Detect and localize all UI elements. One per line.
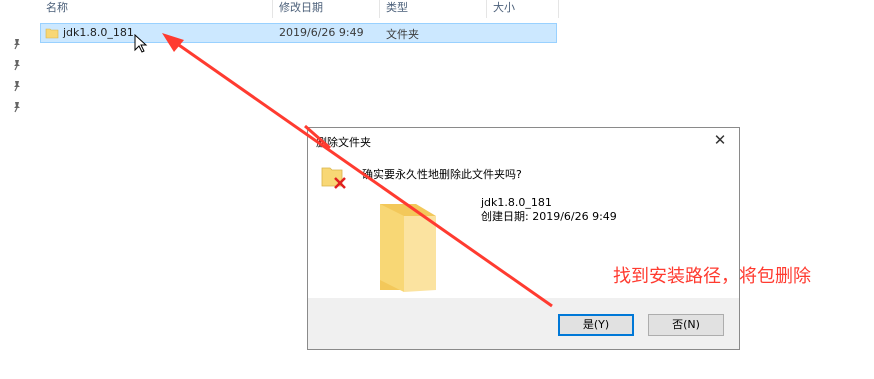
dialog-footer: 是(Y) 否(N) [308,298,739,349]
file-modified-date: 2019/6/26 9:49 [279,26,364,39]
column-divider[interactable] [558,0,559,18]
file-type: 文件夹 [386,28,419,41]
yes-button[interactable]: 是(Y) [558,314,634,336]
file-name: jdk1.8.0_181 [63,26,134,39]
pin-icon[interactable] [10,79,24,93]
pin-icon[interactable] [10,37,24,51]
item-created: 创建日期: 2019/6/26 9:49 [481,210,617,223]
column-header-name[interactable]: 名称 [40,0,272,18]
column-header-size[interactable]: 大小 [487,0,557,18]
mouse-cursor-icon [134,34,148,53]
pin-icon[interactable] [10,58,24,72]
close-icon[interactable]: ✕ [707,130,733,150]
large-folder-icon [380,204,436,292]
column-header-type[interactable]: 类型 [380,0,486,18]
dialog-title: 删除文件夹 [316,136,371,149]
annotation-text: 找到安装路径，将包删除 [613,266,811,287]
file-list-header: 名称 修改日期 类型 大小 [28,0,874,18]
quick-access-pane [0,0,28,379]
item-name: jdk1.8.0_181 [481,196,552,209]
pin-icon[interactable] [10,100,24,114]
delete-folder-dialog: 删除文件夹 ✕ 确实要永久性地删除此文件夹吗? jdk1.8.0_181 创建日… [307,127,740,350]
file-row-selected[interactable]: jdk1.8.0_181 2019/6/26 9:49 文件夹 [40,23,557,43]
dialog-titlebar[interactable]: 删除文件夹 ✕ [308,128,739,152]
item-details: jdk1.8.0_181 创建日期: 2019/6/26 9:49 [481,196,617,224]
column-header-modified[interactable]: 修改日期 [273,0,379,18]
delete-folder-icon [321,167,346,189]
confirm-question: 确实要永久性地删除此文件夹吗? [362,168,522,181]
folder-icon [45,28,59,39]
no-button[interactable]: 否(N) [648,314,724,336]
